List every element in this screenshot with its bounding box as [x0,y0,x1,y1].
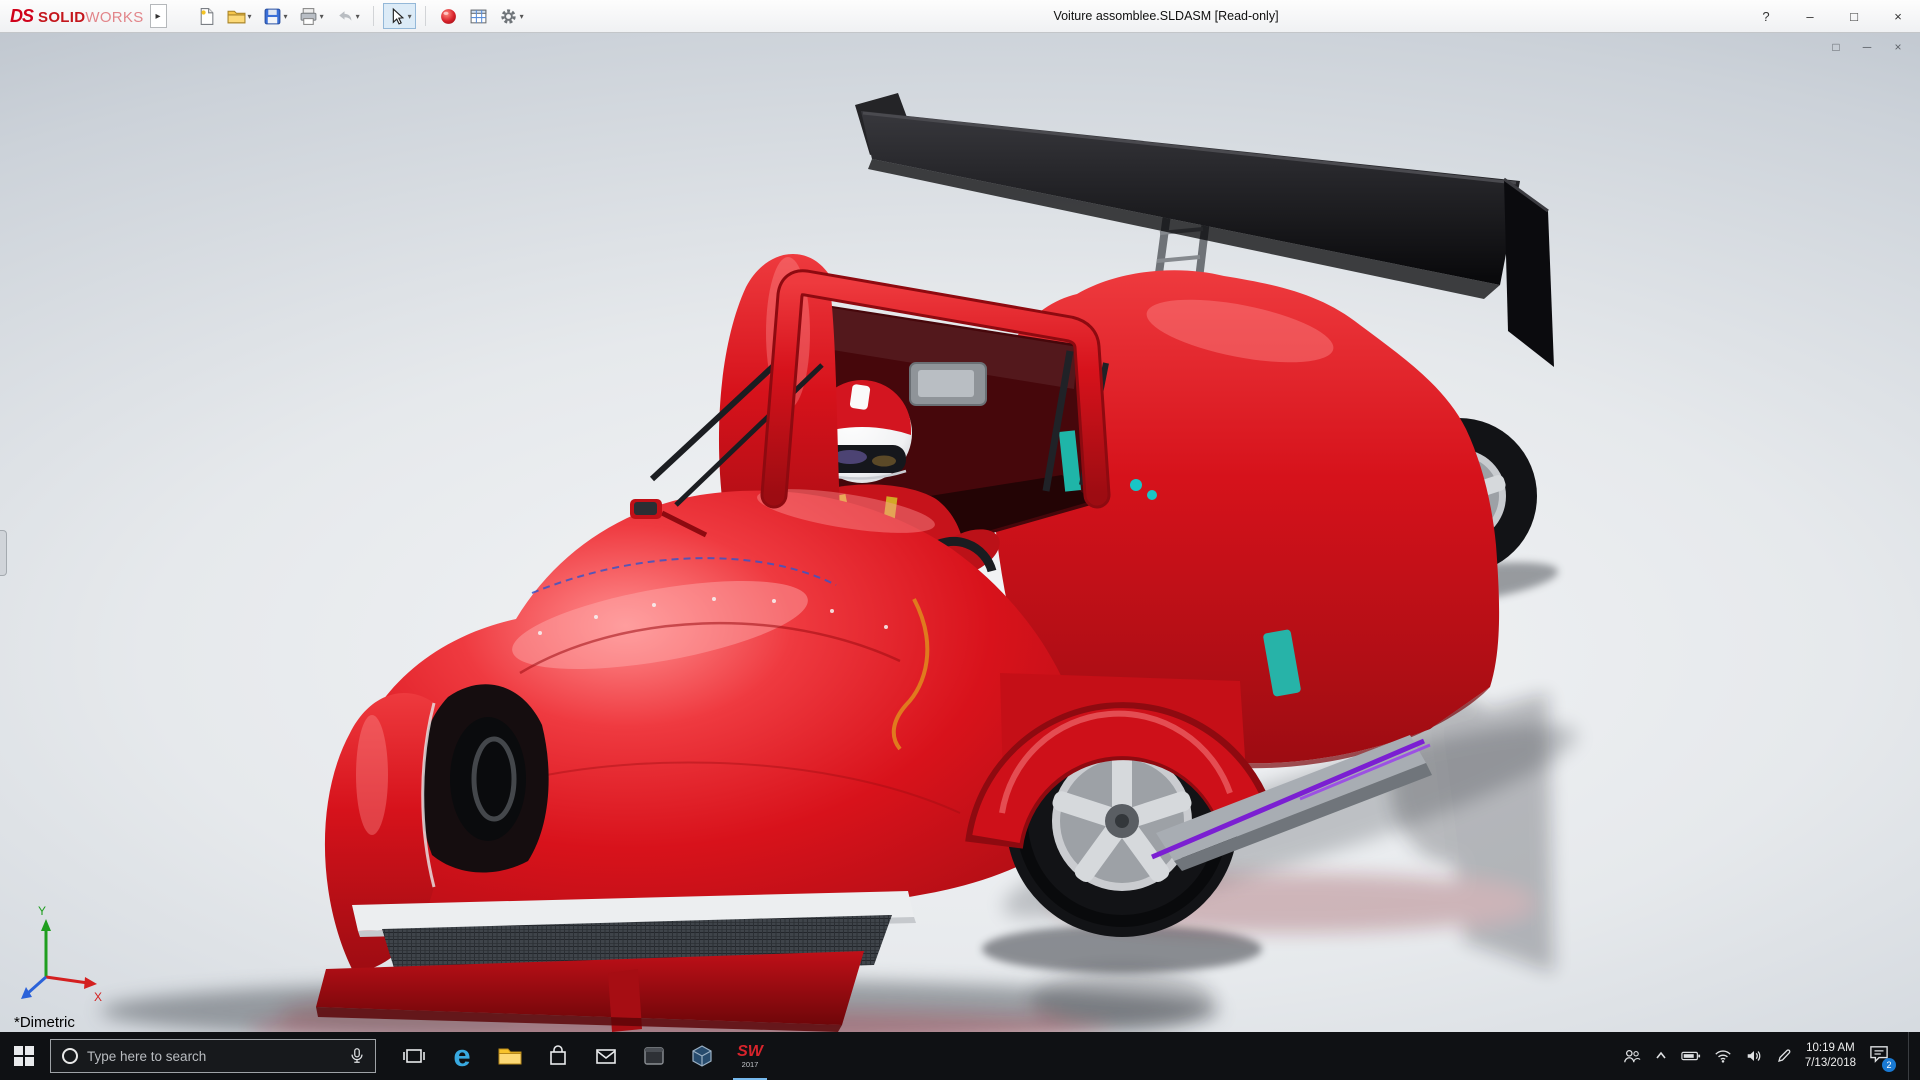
start-button[interactable] [0,1032,48,1080]
edge-icon: e [453,1038,471,1073]
front-splitter[interactable] [316,891,916,1032]
window-title: Voiture assomblee.SLDASM [Read-only] [1053,9,1279,23]
toolbar-separator [424,6,426,26]
pen-icon[interactable] [1776,1048,1792,1064]
options-gear-icon [500,8,516,24]
volume-icon[interactable] [1745,1048,1763,1064]
taskbar-search[interactable] [50,1039,376,1073]
cortana-icon [62,1048,78,1064]
undo-icon [338,10,351,21]
maximize-button[interactable]: □ [1832,0,1876,33]
cyan-detail [1147,490,1157,500]
clock-date: 7/13/2018 [1804,1057,1856,1069]
file-explorer-icon [498,1048,522,1065]
solidworks-window: DS SOLID WORKS ▸ ▾ ▾ ▾ ▾ ▾ ▾ Voiture ass… [0,0,1920,1080]
select-tool-button[interactable]: ▾ [382,3,416,29]
minimize-button[interactable]: – [1788,0,1832,33]
options-button[interactable]: ▾ [495,3,528,29]
close-button[interactable]: × [1876,0,1920,33]
taskbar-apps: e SW 2017 [390,1032,774,1080]
action-center-button[interactable]: 2 [1869,1045,1896,1072]
new-document-button[interactable] [193,3,220,29]
save-floppy-icon [264,8,280,24]
model-3d-race-car[interactable]: Y X [0,33,1920,1032]
design-table-icon [470,9,487,23]
solidworks-app-button[interactable]: SW 2017 [726,1032,774,1080]
left-front-wheel-arch[interactable] [418,684,549,873]
cube-app-button[interactable] [678,1032,726,1080]
system-tray: 10:19 AM 7/13/2018 2 [1623,1032,1920,1080]
battery-icon[interactable] [1681,1049,1701,1063]
triad-x-label: X [94,990,102,1004]
dropdown-caret-icon: ▾ [407,11,412,21]
panel-splitter-handle[interactable] [0,530,7,576]
microphone-icon[interactable] [348,1047,366,1065]
doc-minimize-button[interactable]: ─ [1859,39,1875,55]
task-view-button[interactable] [390,1032,438,1080]
show-desktop-button[interactable] [1908,1032,1914,1080]
solidworks-logo: DS SOLID WORKS [0,6,150,27]
dropdown-caret-icon: ▾ [247,11,252,21]
flyout-arrow-icon: ▸ [155,10,161,22]
solidworks-app-icon: SW 2017 [737,1042,763,1069]
toolbar-separator [372,6,374,26]
windows-logo-icon [14,1046,34,1066]
store-app-button[interactable] [534,1032,582,1080]
file-explorer-button[interactable] [486,1032,534,1080]
menu-flyout-button[interactable]: ▸ [149,4,167,28]
ds-logo-icon: DS [10,5,34,26]
notification-badge: 2 [1882,1057,1896,1072]
view-orientation-label: *Dimetric [14,1014,75,1031]
save-button[interactable]: ▾ [259,3,292,29]
quick-access-toolbar: ▾ ▾ ▾ ▾ ▾ ▾ [193,3,528,29]
dropdown-caret-icon: ▾ [519,11,524,21]
triad-y-label: Y [38,904,46,918]
doc-close-button[interactable]: × [1890,39,1906,55]
open-folder-icon [227,10,246,23]
dropdown-caret-icon: ▾ [319,11,324,21]
design-table-button[interactable] [465,3,492,29]
titlebar: DS SOLID WORKS ▸ ▾ ▾ ▾ ▾ ▾ ▾ Voiture ass… [0,0,1920,33]
graphics-viewport[interactable]: □ ─ × Y X *Dimetric [0,33,1920,1032]
help-button[interactable]: ? [1744,0,1788,33]
wifi-icon[interactable] [1714,1048,1732,1064]
cyan-detail [1130,479,1142,491]
doc-restore-button[interactable]: □ [1828,39,1844,55]
appearance-button[interactable] [435,3,462,29]
cube-app-icon [692,1045,712,1067]
print-button[interactable]: ▾ [295,3,328,29]
window-app-icon [644,1047,664,1065]
search-input[interactable] [87,1048,339,1064]
appearance-sphere-icon [440,8,456,24]
brand-solid-text: SOLID [38,8,86,26]
brand-works-text: WORKS [85,8,144,26]
document-window-controls: □ ─ × [1828,39,1906,55]
window-controls: ? – □ × [1744,0,1920,33]
new-document-icon [200,7,213,25]
undo-button[interactable]: ▾ [331,3,364,29]
task-view-icon [403,1049,425,1063]
print-icon [300,7,316,25]
taskbar-clock[interactable]: 10:19 AM 7/13/2018 [1805,1041,1856,1071]
dropdown-caret-icon: ▾ [355,11,360,21]
windows-taskbar: e [0,1032,1920,1080]
people-icon[interactable] [1623,1047,1641,1065]
window-app-button[interactable] [630,1032,678,1080]
orientation-triad: Y X [21,904,102,1004]
mail-icon [596,1049,616,1064]
open-document-button[interactable]: ▾ [223,3,256,29]
store-icon [550,1045,566,1065]
mail-app-button[interactable] [582,1032,630,1080]
edge-app-button[interactable]: e [438,1032,486,1080]
hidden-icons-chevron[interactable] [1654,1049,1668,1063]
clock-time: 10:19 AM [1806,1042,1855,1055]
sw-letters: SW [737,1042,763,1060]
dropdown-caret-icon: ▾ [283,11,288,21]
select-cursor-icon [392,7,404,25]
sw-year: 2017 [741,1059,759,1069]
